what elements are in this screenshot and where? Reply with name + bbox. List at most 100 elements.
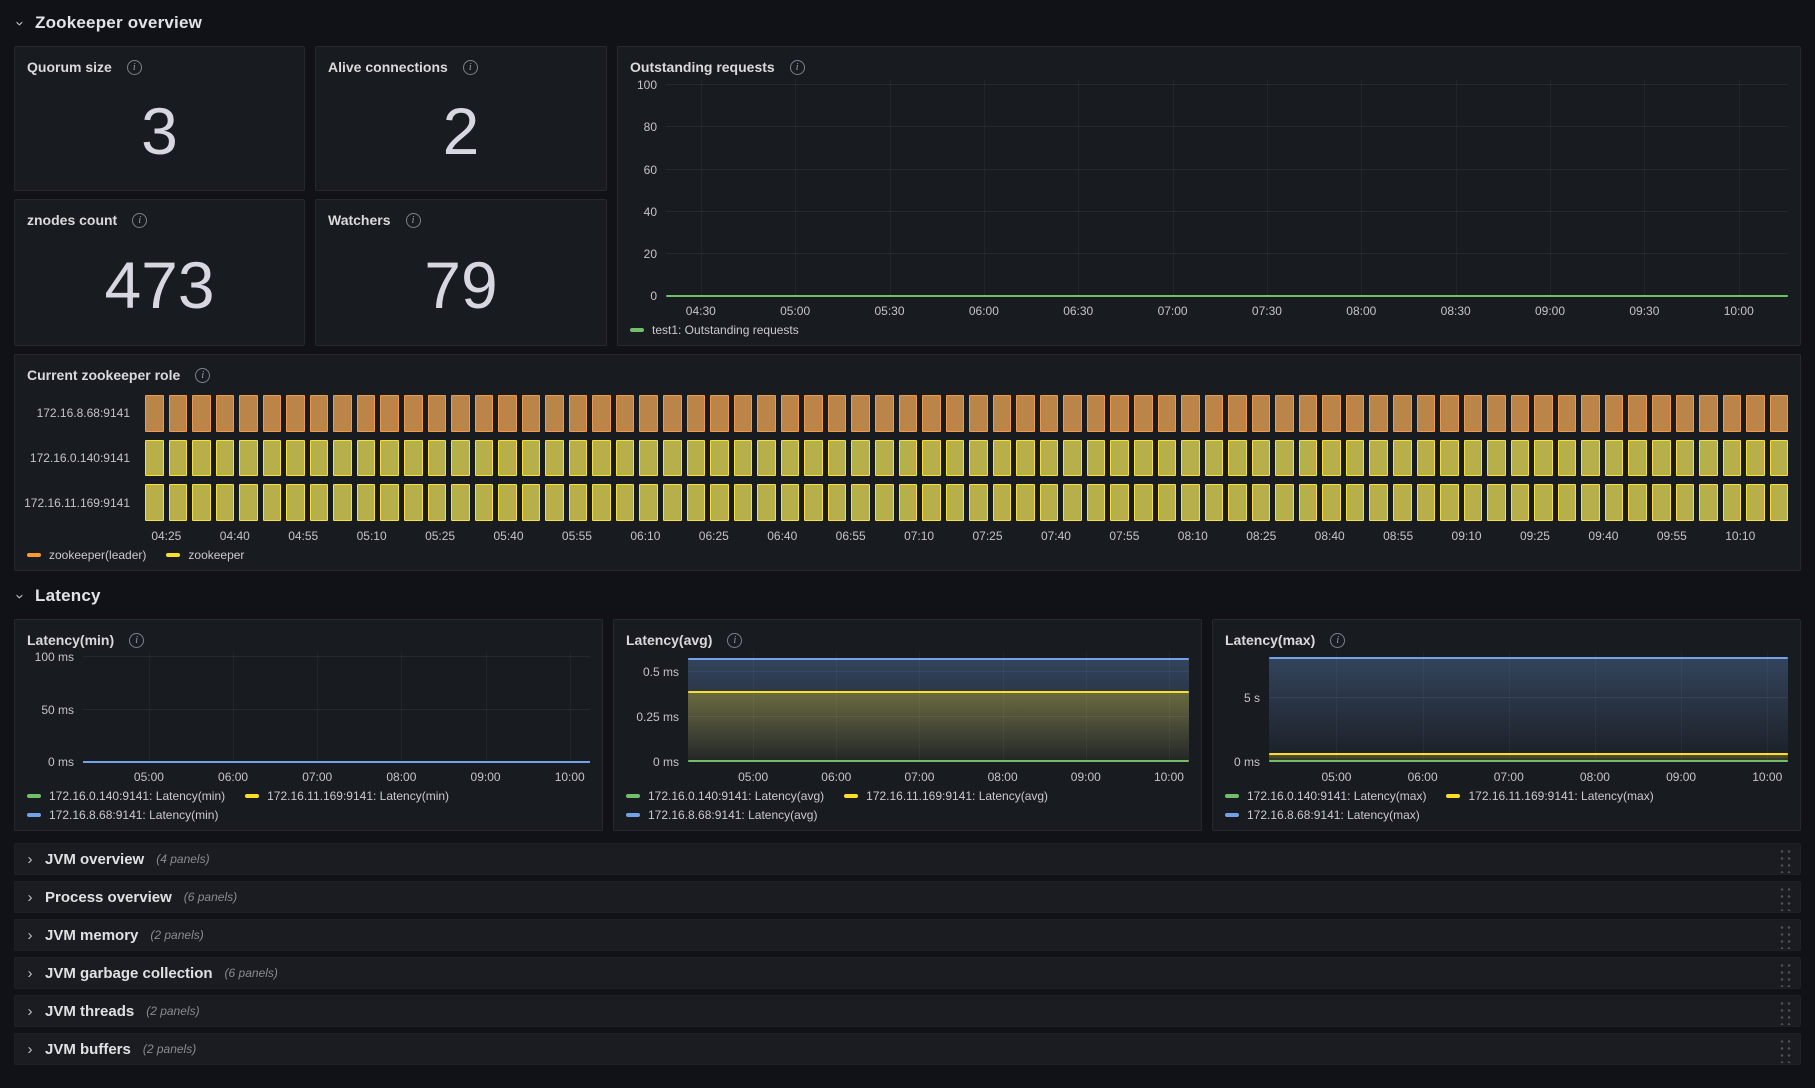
state-cell[interactable] bbox=[1628, 439, 1647, 477]
state-cell[interactable] bbox=[1487, 484, 1506, 522]
state-cell[interactable] bbox=[451, 439, 470, 477]
state-cell[interactable] bbox=[874, 484, 894, 522]
state-cell[interactable] bbox=[1699, 395, 1718, 432]
state-cell[interactable] bbox=[192, 484, 211, 522]
state-cell[interactable] bbox=[592, 484, 611, 522]
state-cell[interactable] bbox=[356, 484, 376, 522]
row-process-overview[interactable]: › Process overview (6 panels) bbox=[14, 881, 1801, 913]
state-cell[interactable] bbox=[1746, 395, 1765, 432]
state-cell[interactable] bbox=[639, 395, 659, 432]
state-cell[interactable] bbox=[498, 395, 517, 432]
info-icon[interactable]: i bbox=[195, 367, 211, 383]
section-header-zookeeper-overview[interactable]: › Zookeeper overview bbox=[12, 8, 1801, 38]
state-cell[interactable] bbox=[568, 484, 588, 522]
drag-handle-icon[interactable] bbox=[1777, 959, 1791, 987]
state-cell[interactable] bbox=[827, 484, 847, 522]
state-cell[interactable] bbox=[710, 439, 729, 477]
state-cell[interactable] bbox=[1510, 439, 1530, 477]
state-cell[interactable] bbox=[239, 484, 258, 522]
state-cell[interactable] bbox=[851, 439, 870, 477]
state-cell[interactable] bbox=[309, 484, 329, 522]
state-cell[interactable] bbox=[898, 395, 918, 432]
state-cell[interactable] bbox=[1769, 484, 1789, 522]
state-cell[interactable] bbox=[1063, 395, 1082, 432]
state-cell[interactable] bbox=[168, 395, 188, 432]
state-cell[interactable] bbox=[780, 484, 800, 522]
state-cell[interactable] bbox=[1463, 484, 1483, 522]
state-cell[interactable] bbox=[1722, 439, 1742, 477]
row-jvm-garbage-collection[interactable]: › JVM garbage collection (6 panels) bbox=[14, 957, 1801, 989]
state-cell[interactable] bbox=[686, 395, 706, 432]
state-cell[interactable] bbox=[286, 439, 305, 477]
state-cell[interactable] bbox=[898, 439, 918, 477]
state-cell[interactable] bbox=[568, 439, 588, 477]
state-cell[interactable] bbox=[733, 439, 753, 477]
state-cell[interactable] bbox=[1039, 395, 1059, 432]
panel-header[interactable]: Latency(min) i bbox=[27, 628, 590, 652]
state-cell[interactable] bbox=[898, 484, 918, 522]
state-cell[interactable] bbox=[239, 395, 258, 432]
state-cell[interactable] bbox=[1722, 395, 1742, 432]
state-cell[interactable] bbox=[945, 439, 965, 477]
state-cell[interactable] bbox=[1652, 395, 1671, 432]
state-cell[interactable] bbox=[1392, 439, 1412, 477]
state-cell[interactable] bbox=[1652, 484, 1671, 522]
drag-handle-icon[interactable] bbox=[1777, 883, 1791, 911]
state-cell[interactable] bbox=[404, 395, 423, 432]
legend-item[interactable]: 172.16.11.169:9141: Latency(min) bbox=[245, 789, 449, 803]
legend-item[interactable]: 172.16.8.68:9141: Latency(min) bbox=[27, 808, 218, 822]
state-cell[interactable] bbox=[1392, 395, 1412, 432]
state-cell[interactable] bbox=[1369, 484, 1388, 522]
state-cell[interactable] bbox=[1110, 484, 1129, 522]
state-cell[interactable] bbox=[922, 484, 941, 522]
state-cell[interactable] bbox=[1652, 439, 1671, 477]
plot-area[interactable] bbox=[688, 652, 1189, 763]
state-cell[interactable] bbox=[427, 395, 447, 432]
state-cell[interactable] bbox=[427, 439, 447, 477]
state-cell[interactable] bbox=[545, 484, 564, 522]
state-cell[interactable] bbox=[404, 484, 423, 522]
state-cell[interactable] bbox=[1557, 439, 1577, 477]
state-cell[interactable] bbox=[804, 395, 823, 432]
state-cell[interactable] bbox=[1581, 439, 1600, 477]
state-cell[interactable] bbox=[1204, 395, 1224, 432]
state-cell[interactable] bbox=[192, 395, 211, 432]
state-cell[interactable] bbox=[1392, 484, 1412, 522]
state-cell[interactable] bbox=[309, 439, 329, 477]
state-cell[interactable] bbox=[568, 395, 588, 432]
state-cell[interactable] bbox=[1086, 439, 1106, 477]
state-cell[interactable] bbox=[1133, 439, 1153, 477]
legend-item[interactable]: 172.16.0.140:9141: Latency(min) bbox=[27, 789, 225, 803]
info-icon[interactable]: i bbox=[405, 212, 421, 228]
state-cell[interactable] bbox=[780, 439, 800, 477]
state-cell[interactable] bbox=[1251, 484, 1271, 522]
state-cell[interactable] bbox=[874, 395, 894, 432]
state-cell[interactable] bbox=[1133, 395, 1153, 432]
state-cell[interactable] bbox=[545, 439, 564, 477]
state-cell[interactable] bbox=[592, 395, 611, 432]
state-cell[interactable] bbox=[1181, 395, 1200, 432]
state-cell[interactable] bbox=[1675, 395, 1695, 432]
state-cell[interactable] bbox=[1181, 439, 1200, 477]
state-cell[interactable] bbox=[804, 484, 823, 522]
state-cell[interactable] bbox=[1416, 439, 1436, 477]
state-cell[interactable] bbox=[1604, 395, 1624, 432]
state-cell[interactable] bbox=[1204, 484, 1224, 522]
state-cell[interactable] bbox=[992, 395, 1012, 432]
state-cell[interactable] bbox=[262, 484, 282, 522]
state-cell[interactable] bbox=[1063, 439, 1082, 477]
state-cell[interactable] bbox=[498, 484, 517, 522]
legend-item[interactable]: 172.16.11.169:9141: Latency(avg) bbox=[844, 789, 1048, 803]
info-icon[interactable]: i bbox=[1330, 632, 1346, 648]
state-cell[interactable] bbox=[380, 484, 400, 522]
state-cell[interactable] bbox=[145, 439, 164, 477]
state-cell[interactable] bbox=[1416, 395, 1436, 432]
state-cell[interactable] bbox=[1628, 484, 1647, 522]
state-cell[interactable] bbox=[827, 439, 847, 477]
state-cell[interactable] bbox=[1440, 395, 1459, 432]
state-cell[interactable] bbox=[710, 395, 729, 432]
info-icon[interactable]: i bbox=[462, 59, 478, 75]
state-cell[interactable] bbox=[168, 484, 188, 522]
panel-header[interactable]: Quorum size i bbox=[27, 55, 292, 79]
state-cell[interactable] bbox=[1581, 395, 1600, 432]
